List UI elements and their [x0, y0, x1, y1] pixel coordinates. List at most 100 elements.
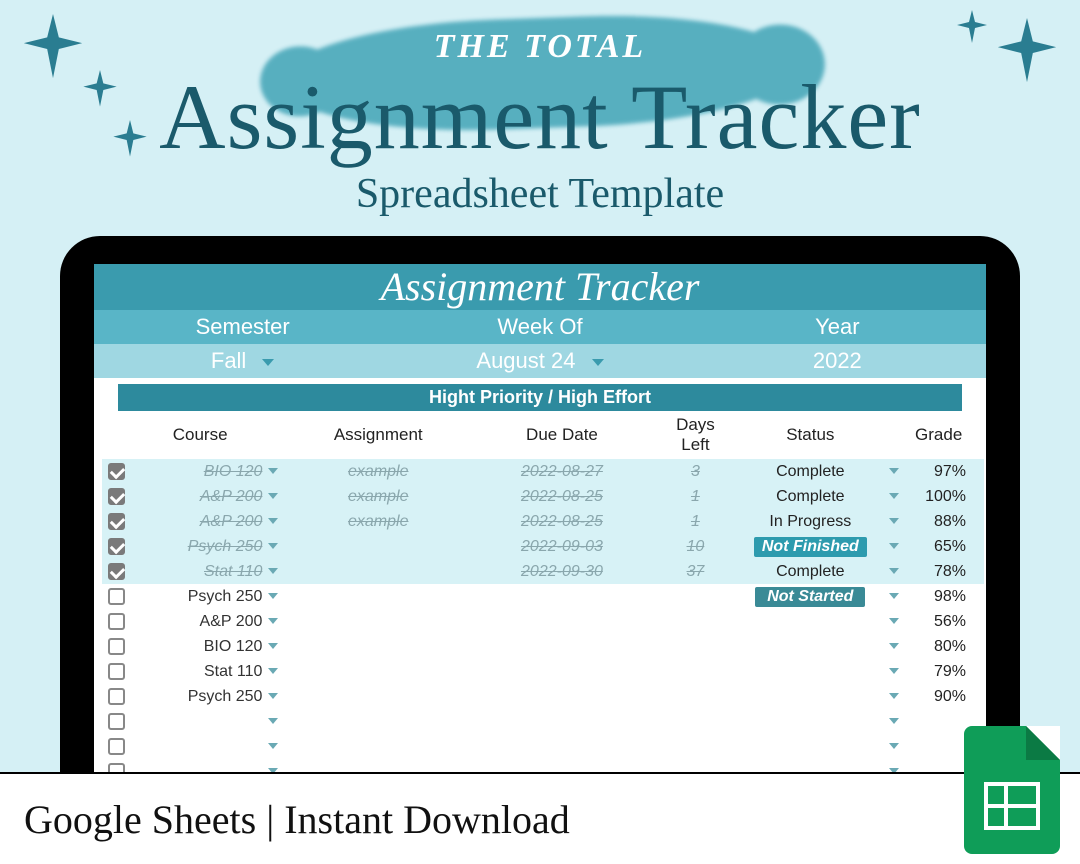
- course-dropdown[interactable]: [262, 659, 286, 684]
- cell-grade[interactable]: 90%: [905, 684, 984, 709]
- cell-course[interactable]: [132, 734, 263, 759]
- cell-grade[interactable]: 56%: [905, 609, 984, 634]
- chevron-down-icon: [889, 593, 899, 599]
- cell-status[interactable]: [737, 634, 883, 659]
- cell-assignment[interactable]: [286, 709, 470, 734]
- course-dropdown[interactable]: [262, 609, 286, 634]
- row-checkbox[interactable]: [108, 738, 125, 755]
- cell-status[interactable]: [737, 684, 883, 709]
- cell-course[interactable]: Stat 110: [132, 659, 263, 684]
- year-input[interactable]: 2022: [689, 344, 986, 378]
- cell-course[interactable]: Psych 250: [132, 534, 263, 559]
- status-dropdown[interactable]: [883, 459, 905, 484]
- cell-course[interactable]: Stat 110: [132, 559, 263, 584]
- cell-status[interactable]: In Progress: [737, 509, 883, 534]
- cell-due-date[interactable]: [470, 584, 653, 609]
- cell-status[interactable]: [737, 609, 883, 634]
- cell-course[interactable]: Psych 250: [132, 684, 263, 709]
- status-dropdown[interactable]: [883, 684, 905, 709]
- row-checkbox[interactable]: [108, 563, 125, 580]
- row-checkbox[interactable]: [108, 688, 125, 705]
- cell-course[interactable]: A&P 200: [132, 609, 263, 634]
- cell-due-date[interactable]: [470, 634, 653, 659]
- course-dropdown[interactable]: [262, 534, 286, 559]
- cell-due-date[interactable]: [470, 609, 653, 634]
- course-dropdown[interactable]: [262, 684, 286, 709]
- cell-course[interactable]: A&P 200: [132, 509, 263, 534]
- status-dropdown[interactable]: [883, 584, 905, 609]
- semester-dropdown[interactable]: Fall: [94, 344, 391, 378]
- course-dropdown[interactable]: [262, 709, 286, 734]
- course-dropdown[interactable]: [262, 734, 286, 759]
- status-dropdown[interactable]: [883, 559, 905, 584]
- hero-eyebrow: THE TOTAL: [0, 28, 1080, 66]
- cell-assignment[interactable]: [286, 734, 470, 759]
- cell-grade[interactable]: 100%: [905, 484, 984, 509]
- row-checkbox[interactable]: [108, 638, 125, 655]
- cell-assignment[interactable]: example: [286, 509, 470, 534]
- status-dropdown[interactable]: [883, 659, 905, 684]
- cell-due-date[interactable]: [470, 684, 653, 709]
- cell-status[interactable]: [737, 709, 883, 734]
- course-dropdown[interactable]: [262, 484, 286, 509]
- chevron-down-icon: [592, 359, 604, 366]
- row-checkbox[interactable]: [108, 613, 125, 630]
- status-dropdown[interactable]: [883, 484, 905, 509]
- row-checkbox[interactable]: [108, 513, 125, 530]
- cell-due-date[interactable]: 2022-09-03: [470, 534, 653, 559]
- cell-course[interactable]: BIO 120: [132, 459, 263, 484]
- cell-grade[interactable]: 79%: [905, 659, 984, 684]
- cell-due-date[interactable]: 2022-08-25: [470, 484, 653, 509]
- cell-assignment[interactable]: [286, 534, 470, 559]
- cell-assignment[interactable]: example: [286, 459, 470, 484]
- cell-course[interactable]: Psych 250: [132, 584, 263, 609]
- cell-due-date[interactable]: 2022-09-30: [470, 559, 653, 584]
- cell-assignment[interactable]: [286, 559, 470, 584]
- cell-status[interactable]: Not Started: [737, 584, 883, 609]
- status-dropdown[interactable]: [883, 609, 905, 634]
- cell-due-date[interactable]: 2022-08-27: [470, 459, 653, 484]
- status-dropdown[interactable]: [883, 709, 905, 734]
- row-checkbox[interactable]: [108, 488, 125, 505]
- status-dropdown[interactable]: [883, 634, 905, 659]
- status-dropdown[interactable]: [883, 534, 905, 559]
- cell-grade[interactable]: 65%: [905, 534, 984, 559]
- row-checkbox[interactable]: [108, 713, 125, 730]
- cell-course[interactable]: BIO 120: [132, 634, 263, 659]
- week-dropdown[interactable]: August 24: [391, 344, 688, 378]
- cell-status[interactable]: Complete: [737, 459, 883, 484]
- row-checkbox[interactable]: [108, 663, 125, 680]
- cell-course[interactable]: [132, 709, 263, 734]
- cell-course[interactable]: A&P 200: [132, 484, 263, 509]
- cell-status[interactable]: Complete: [737, 484, 883, 509]
- cell-grade[interactable]: 97%: [905, 459, 984, 484]
- cell-assignment[interactable]: example: [286, 484, 470, 509]
- row-checkbox[interactable]: [108, 538, 125, 555]
- cell-due-date[interactable]: [470, 734, 653, 759]
- status-dropdown[interactable]: [883, 509, 905, 534]
- cell-status[interactable]: [737, 659, 883, 684]
- course-dropdown[interactable]: [262, 509, 286, 534]
- row-checkbox[interactable]: [108, 463, 125, 480]
- status-dropdown[interactable]: [883, 734, 905, 759]
- course-dropdown[interactable]: [262, 634, 286, 659]
- cell-due-date[interactable]: 2022-08-25: [470, 509, 653, 534]
- cell-status[interactable]: [737, 734, 883, 759]
- course-dropdown[interactable]: [262, 459, 286, 484]
- cell-grade[interactable]: 80%: [905, 634, 984, 659]
- cell-due-date[interactable]: [470, 659, 653, 684]
- cell-assignment[interactable]: [286, 659, 470, 684]
- cell-assignment[interactable]: [286, 609, 470, 634]
- cell-due-date[interactable]: [470, 709, 653, 734]
- cell-assignment[interactable]: [286, 584, 470, 609]
- cell-status[interactable]: Complete: [737, 559, 883, 584]
- cell-assignment[interactable]: [286, 684, 470, 709]
- cell-grade[interactable]: 98%: [905, 584, 984, 609]
- cell-status[interactable]: Not Finished: [737, 534, 883, 559]
- row-checkbox[interactable]: [108, 588, 125, 605]
- cell-assignment[interactable]: [286, 634, 470, 659]
- cell-grade[interactable]: 88%: [905, 509, 984, 534]
- cell-grade[interactable]: 78%: [905, 559, 984, 584]
- course-dropdown[interactable]: [262, 584, 286, 609]
- course-dropdown[interactable]: [262, 559, 286, 584]
